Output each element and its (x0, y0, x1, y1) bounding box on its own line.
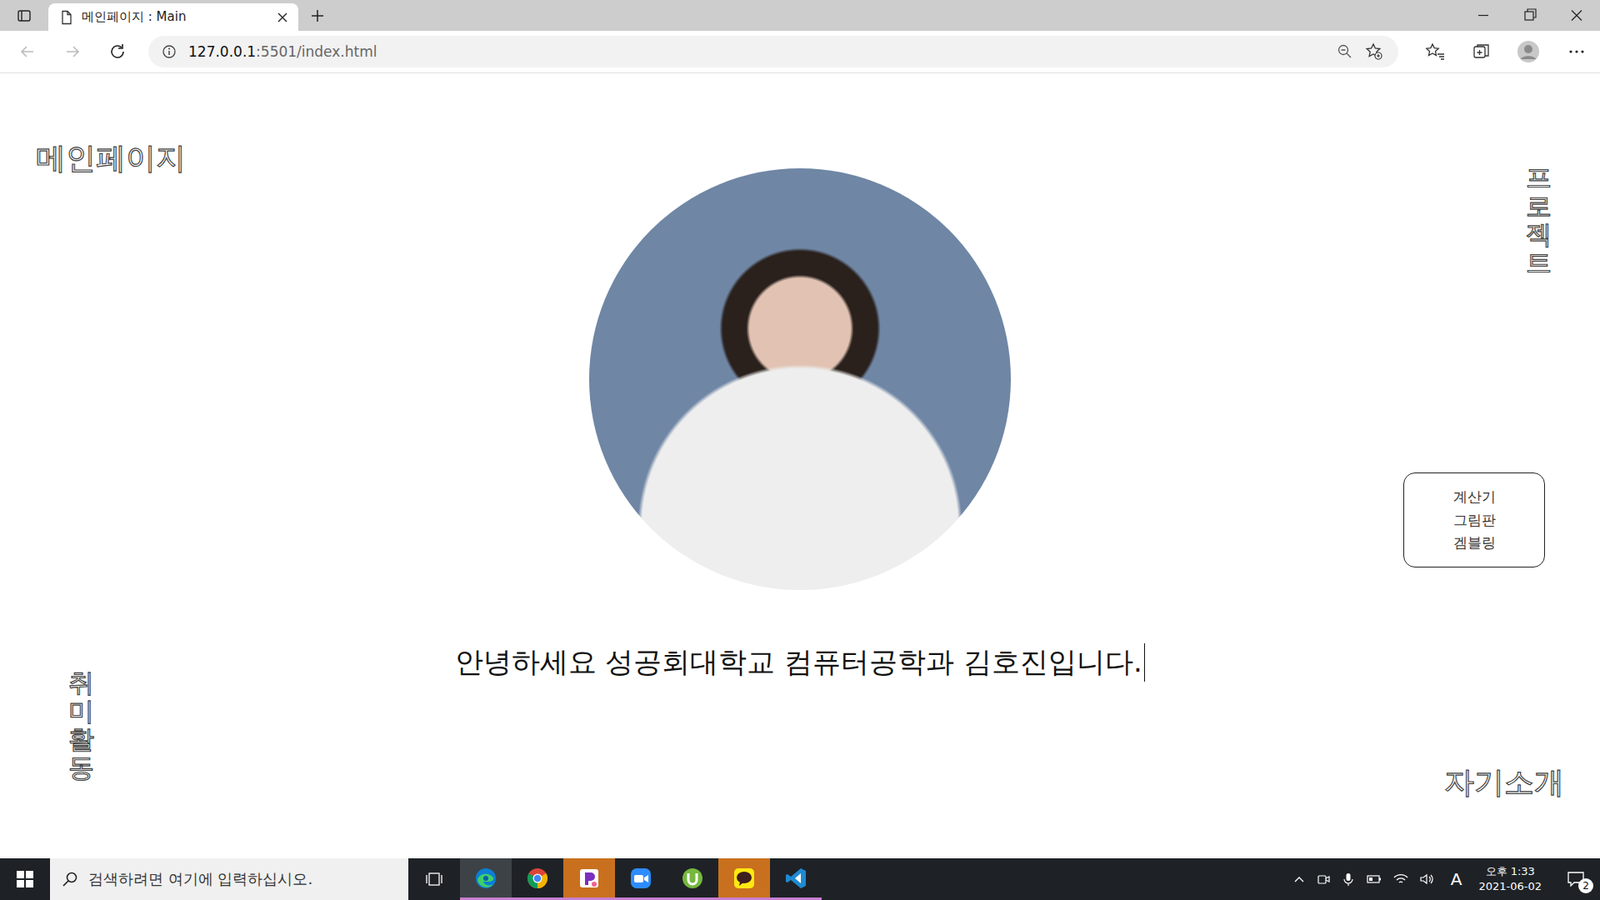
url-text: 127.0.0.1:5501/index.html (188, 43, 377, 60)
tab-strip: 메인페이지 : Main (0, 0, 1600, 31)
taskbar-app[interactable] (511, 858, 564, 900)
search-icon (61, 870, 79, 888)
project-link[interactable]: 계산기 (1453, 486, 1496, 509)
profile-photo (589, 168, 1011, 590)
chrome-icon (525, 866, 550, 890)
screen: 메인페이지 : Main 127.0.0.1:5501/index.html 메인페… (0, 0, 1600, 900)
microphone-icon[interactable] (1340, 871, 1356, 887)
hobby-link[interactable]: 취미활동 (68, 668, 95, 782)
window-controls (1460, 0, 1600, 31)
search-placeholder: 검색하려면 여기에 입력하십시오. (88, 869, 313, 890)
zoom-out-icon[interactable] (1336, 43, 1354, 60)
task-view-icon (425, 870, 444, 888)
tab-actions-button[interactable] (0, 0, 49, 31)
taskbar-app[interactable] (615, 858, 667, 900)
close-tab-icon[interactable] (276, 11, 289, 24)
favorites-icon[interactable] (1425, 42, 1445, 61)
project-link[interactable]: 겜블링 (1453, 532, 1496, 555)
edge-icon (474, 866, 498, 890)
zoom-icon (629, 866, 653, 890)
info-icon[interactable] (161, 44, 177, 60)
right-column: 프로젝트계산기그림판겜블링자기소개 (1350, 73, 1600, 859)
back-arrow-icon[interactable] (18, 42, 37, 61)
tab-title: 메인페이지 : Main (81, 9, 269, 25)
restore-icon[interactable] (1506, 0, 1554, 31)
taskbar-search[interactable]: 검색하려면 여기에 입력하십시오. (50, 858, 409, 900)
volume-icon[interactable] (1419, 871, 1436, 887)
input-method-indicator[interactable]: A (1450, 869, 1463, 890)
taskbar-app[interactable] (770, 858, 822, 900)
about-link[interactable]: 자기소개 (1444, 764, 1565, 800)
greeting-text: 안녕하세요 성공회대학교 컴퓨터공학과 김호진입니다. (455, 643, 1146, 682)
taskbar-app[interactable] (718, 858, 770, 900)
profile-icon (1516, 40, 1540, 64)
collections-icon[interactable] (1471, 42, 1492, 61)
picpick-icon (577, 866, 601, 890)
task-view-button[interactable] (408, 858, 460, 900)
start-button[interactable] (0, 858, 50, 900)
project-menu: 계산기그림판겜블링 (1403, 472, 1545, 568)
clock[interactable]: 오후 1:332021-06-02 (1471, 864, 1549, 895)
battery-icon[interactable] (1365, 871, 1383, 887)
wifi-icon[interactable] (1392, 871, 1410, 887)
page-icon (60, 10, 74, 25)
notification-button[interactable]: 2 (1558, 862, 1595, 896)
new-tab-icon[interactable] (310, 8, 325, 24)
projects-link[interactable]: 프로젝트 (1525, 163, 1552, 277)
notification-count: 2 (1578, 878, 1594, 894)
main-page-link[interactable]: 메인페이지 (35, 140, 186, 176)
taskbar-app[interactable] (666, 858, 719, 900)
left-column: 메인페이지취미활동 (0, 73, 250, 859)
project-link[interactable]: 그림판 (1453, 510, 1496, 532)
windows-icon (16, 870, 34, 888)
browser-tab[interactable]: 메인페이지 : Main (48, 3, 299, 31)
web-page: 메인페이지취미활동안녕하세요 성공회대학교 컴퓨터공학과 김호진입니다.프로젝트… (0, 73, 1600, 859)
system-tray: A 오후 1:332021-06-02 2 (1292, 858, 1600, 900)
toolbar: 127.0.0.1:5501/index.html (0, 30, 1600, 74)
minimize-icon[interactable] (1460, 0, 1507, 31)
utorrent-icon (680, 866, 705, 890)
taskbar: 검색하려면 여기에 입력하십시오. A 오후 1:332021-06-02 2 (0, 858, 1600, 900)
camera-icon[interactable] (1315, 871, 1331, 887)
profile-avatar[interactable] (1516, 40, 1540, 64)
taskbar-app[interactable] (563, 858, 615, 900)
more-icon[interactable] (1566, 42, 1587, 61)
clock-date: 2021-06-02 (1478, 879, 1542, 895)
kakaotalk-icon (732, 866, 756, 890)
taskbar-app[interactable] (460, 858, 512, 900)
center-column: 안녕하세요 성공회대학교 컴퓨터공학과 김호진입니다. (250, 73, 1350, 859)
vscode-icon (784, 866, 808, 890)
add-favorite-icon[interactable] (1365, 42, 1384, 61)
text-caret (1144, 643, 1146, 682)
clock-time: 오후 1:33 (1485, 864, 1535, 880)
chevron-up-icon[interactable] (1292, 872, 1306, 886)
address-bar[interactable]: 127.0.0.1:5501/index.html (148, 35, 1399, 68)
close-window-icon[interactable] (1553, 0, 1600, 31)
tab-actions-icon (16, 8, 32, 24)
refresh-icon[interactable] (108, 42, 127, 61)
forward-arrow-icon[interactable] (63, 42, 82, 61)
